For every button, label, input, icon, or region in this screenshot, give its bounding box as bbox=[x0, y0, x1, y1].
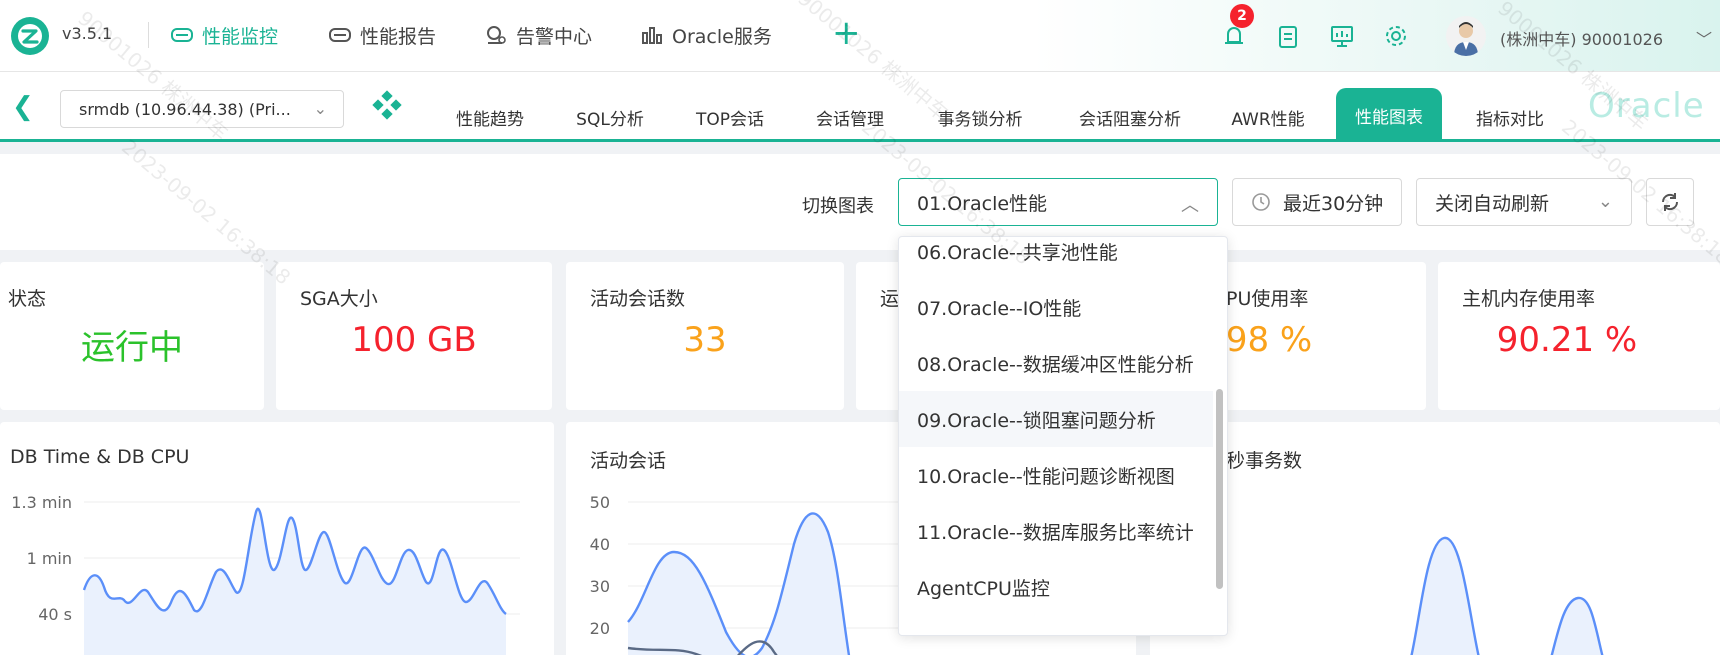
nav-label: 性能监控 bbox=[202, 25, 279, 48]
avatar[interactable] bbox=[1446, 16, 1486, 56]
back-arrow-icon[interactable]: ❮ bbox=[12, 94, 34, 120]
dropdown-option[interactable]: 11.Oracle--数据库服务比率统计 bbox=[899, 503, 1213, 559]
y-tick-label: 40 s bbox=[38, 605, 72, 624]
gear-icon[interactable] bbox=[1382, 22, 1410, 50]
nav-performance-monitor[interactable]: 性能监控 bbox=[170, 20, 278, 50]
alarm-icon bbox=[487, 26, 506, 44]
dropdown-scrollbar[interactable] bbox=[1216, 389, 1223, 589]
function-tabbar: ❮ srmdb (10.96.44.38) (Pri... ⌄ 性能趋势 SQL… bbox=[0, 72, 1720, 142]
tab-top-sessions[interactable]: TOP会话 bbox=[680, 92, 780, 142]
chart-select-value: 01.Oracle性能 bbox=[917, 192, 1048, 215]
switch-chart-label: 切换图表 bbox=[802, 196, 874, 217]
app-version: v3.5.1 bbox=[62, 24, 113, 43]
stat-title: 主机内存使用率 bbox=[1462, 288, 1596, 310]
clipboard-icon[interactable] bbox=[1274, 22, 1302, 50]
chart-filter-bar: 切换图表 01.Oracle性能 ︿ 最近30分钟 关闭自动刷新 ⌄ bbox=[0, 154, 1720, 250]
stat-title: SGA大小 bbox=[300, 288, 378, 310]
stat-title: 状态 bbox=[8, 288, 47, 310]
divider bbox=[148, 22, 149, 48]
y-tick-label: 40 bbox=[590, 535, 610, 554]
y-tick-label: 30 bbox=[590, 577, 610, 596]
stat-card-status: 状态 运行中 bbox=[0, 262, 264, 410]
tab-transaction-lock[interactable]: 事务锁分析 bbox=[920, 92, 1040, 142]
app-logo-icon[interactable] bbox=[8, 14, 52, 58]
dropdown-option[interactable]: 08.Oracle--数据缓冲区性能分析 bbox=[899, 335, 1213, 391]
stat-card-active-sessions: 活动会话数 33 bbox=[566, 262, 844, 410]
nav-performance-report[interactable]: 性能报告 bbox=[328, 20, 436, 50]
stat-value: 100 GB bbox=[351, 320, 477, 360]
time-range-label: 最近30分钟 bbox=[1283, 192, 1384, 215]
stat-card-sga: SGA大小 100 GB bbox=[276, 262, 552, 410]
database-select-value: srmdb (10.96.44.38) (Pri... bbox=[79, 99, 291, 119]
stat-card-memory: 主机内存使用率 90.21 % bbox=[1438, 262, 1720, 410]
dropdown-option[interactable]: 09.Oracle--锁阻塞问题分析 bbox=[899, 391, 1213, 447]
stat-value: 90.21 % bbox=[1496, 320, 1638, 360]
auto-refresh-select[interactable]: 关闭自动刷新 ⌄ bbox=[1416, 178, 1632, 226]
dropdown-option[interactable]: 10.Oracle--性能问题诊断视图 bbox=[899, 447, 1213, 503]
user-name[interactable]: (株洲中车) 90001026 bbox=[1500, 26, 1663, 50]
tps-area bbox=[1411, 537, 1479, 655]
chevron-down-icon: ⌄ bbox=[313, 99, 327, 118]
chevron-down-icon[interactable]: ﹀ bbox=[1696, 26, 1712, 50]
tab-sql-analysis[interactable]: SQL分析 bbox=[560, 92, 660, 142]
nav-label: 告警中心 bbox=[516, 25, 593, 48]
chart-select-dropdown[interactable]: 06.Oracle--共享池性能 07.Oracle--IO性能 08.Orac… bbox=[898, 236, 1228, 636]
nav-label: Oracle服务 bbox=[672, 25, 772, 48]
database-select[interactable]: srmdb (10.96.44.38) (Pri... ⌄ bbox=[60, 90, 344, 128]
monitor-icon bbox=[171, 28, 193, 42]
diamond-icon[interactable] bbox=[372, 90, 402, 120]
auto-refresh-value: 关闭自动刷新 bbox=[1435, 192, 1550, 215]
tab-session-management[interactable]: 会话管理 bbox=[800, 92, 900, 142]
tab-metric-compare[interactable]: 指标对比 bbox=[1460, 92, 1560, 142]
stat-value: 33 bbox=[683, 320, 727, 360]
add-tab-icon[interactable]: + bbox=[832, 16, 861, 50]
chevron-down-icon: ⌄ bbox=[1597, 191, 1613, 212]
chart-tps: 秒事务数 bbox=[1150, 422, 1720, 655]
chevron-up-icon: ︿ bbox=[1181, 195, 1199, 216]
sessions-area bbox=[628, 513, 849, 655]
y-tick-label: 20 bbox=[590, 619, 610, 638]
tps-plot bbox=[1410, 536, 1604, 655]
stat-title: 运 bbox=[880, 288, 900, 310]
y-tick-label: 50 bbox=[590, 493, 610, 512]
service-chart-icon bbox=[642, 27, 662, 44]
nav-oracle-service[interactable]: Oracle服务 bbox=[640, 20, 772, 50]
refresh-icon bbox=[1661, 193, 1679, 211]
tab-session-blocking[interactable]: 会话阻塞分析 bbox=[1060, 92, 1200, 142]
dropdown-option[interactable]: 06.Oracle--共享池性能 bbox=[899, 237, 1213, 279]
tab-awr-performance[interactable]: AWR性能 bbox=[1218, 92, 1318, 142]
chart-db-time: DB Time & DB CPU 1.3 min 1 min 40 s bbox=[0, 422, 554, 655]
chart-select[interactable]: 01.Oracle性能 ︿ bbox=[898, 178, 1218, 226]
db-time-plot: 1.3 min 1 min 40 s bbox=[11, 493, 520, 655]
nav-alarm-center[interactable]: 告警中心 bbox=[484, 20, 592, 50]
y-tick-label: 1.3 min bbox=[11, 493, 72, 512]
nav-label: 性能报告 bbox=[360, 25, 437, 48]
stat-title: PU使用率 bbox=[1226, 288, 1309, 310]
time-range-button[interactable]: 最近30分钟 bbox=[1232, 178, 1402, 226]
refresh-button[interactable] bbox=[1646, 178, 1694, 226]
dropdown-option[interactable]: AgentCPU监控 bbox=[899, 559, 1213, 615]
oracle-brand-watermark: Oracle bbox=[1588, 86, 1705, 126]
notification-badge: 2 bbox=[1230, 4, 1254, 28]
screen-icon[interactable] bbox=[1328, 22, 1356, 50]
clock-icon bbox=[1252, 193, 1270, 211]
stat-value: 运行中 bbox=[81, 328, 183, 368]
tab-performance-charts[interactable]: 性能图表 bbox=[1336, 88, 1442, 142]
report-icon bbox=[329, 28, 351, 42]
tab-performance-trend[interactable]: 性能趋势 bbox=[440, 92, 540, 142]
top-navbar: v3.5.1 性能监控 性能报告 告警中心 Oracle服务 + 2 (株洲中车… bbox=[0, 0, 1720, 72]
stat-title: 活动会话数 bbox=[590, 288, 686, 310]
dropdown-option[interactable]: 07.Oracle--IO性能 bbox=[899, 279, 1213, 335]
y-tick-label: 1 min bbox=[27, 549, 72, 568]
